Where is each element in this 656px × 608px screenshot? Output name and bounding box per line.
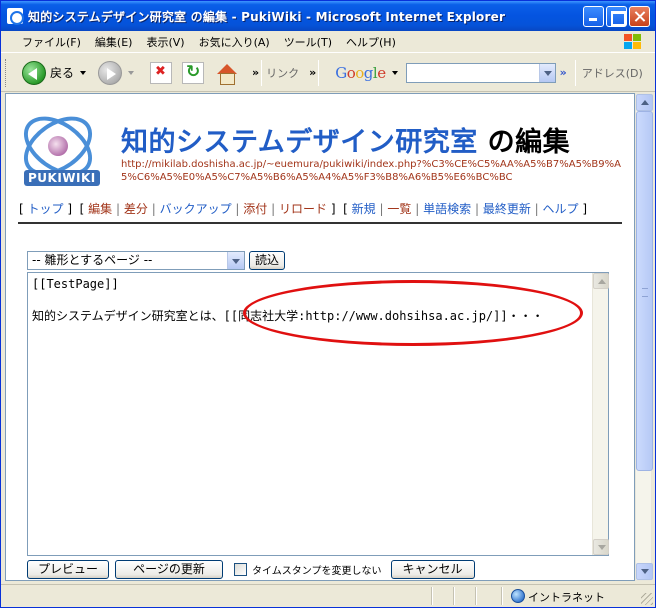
toolbar-grip[interactable] bbox=[5, 58, 8, 87]
menu-edit[interactable]: 編集(E) bbox=[88, 34, 140, 50]
title-bar: 知的システムデザイン研究室 の編集 - PukiWiki - Microsoft… bbox=[1, 1, 655, 31]
google-search-input[interactable] bbox=[405, 62, 556, 83]
pukiwiki-navbar: [ トップ ] [ 編集 | 差分 | バックアップ | 添付 | リロード ]… bbox=[19, 202, 588, 216]
update-page-button[interactable]: ページの更新 bbox=[115, 559, 223, 579]
textarea-scroll-down-icon[interactable] bbox=[593, 539, 609, 555]
close-button[interactable] bbox=[629, 6, 650, 27]
window-title: 知的システムデザイン研究室 の編集 - PukiWiki - Microsoft… bbox=[28, 9, 506, 24]
window-controls bbox=[583, 6, 650, 27]
status-bar: イントラネット bbox=[1, 584, 655, 607]
nav-backup[interactable]: バックアップ bbox=[160, 202, 232, 216]
logo-text: PUKIWIKI bbox=[24, 170, 100, 186]
preview-button[interactable]: プレビュー bbox=[27, 559, 109, 579]
status-divider bbox=[475, 587, 477, 605]
google-search-chevron[interactable]: » bbox=[560, 66, 567, 79]
menu-view[interactable]: 表示(V) bbox=[139, 34, 191, 50]
menu-file[interactable]: ファイル(F) bbox=[15, 34, 88, 50]
page-title-suffix: の編集 bbox=[487, 127, 571, 158]
keep-timestamp-checkbox[interactable] bbox=[234, 562, 247, 576]
home-icon[interactable] bbox=[214, 62, 238, 85]
textarea-scrollbar[interactable] bbox=[592, 273, 609, 555]
back-arrow-icon bbox=[22, 60, 46, 85]
highlight-ellipse-annotation bbox=[243, 280, 583, 346]
back-button[interactable]: 戻る bbox=[22, 60, 87, 85]
standard-toolbar: 戻る » リンク » Google » アドレス(D) bbox=[1, 54, 655, 92]
links-chevron[interactable]: » bbox=[309, 66, 316, 79]
address-label[interactable]: アドレス(D) bbox=[582, 65, 643, 81]
links-label[interactable]: リンク bbox=[266, 65, 299, 81]
menu-tools[interactable]: ツール(T) bbox=[277, 34, 339, 50]
minimize-button[interactable] bbox=[583, 6, 604, 27]
page-url: http://mikilab.doshisha.ac.jp/~euemura/p… bbox=[121, 159, 621, 183]
cancel-button[interactable]: キャンセル bbox=[390, 559, 475, 579]
menu-bar: ファイル(F) 編集(E) 表示(V) お気に入り(A) ツール(T) ヘルプ(… bbox=[1, 31, 655, 53]
nav-diff[interactable]: 差分 bbox=[124, 202, 148, 216]
windows-flag-icon bbox=[623, 33, 643, 51]
textarea-scroll-up-icon[interactable] bbox=[593, 273, 609, 289]
security-zone-label: イントラネット bbox=[528, 591, 605, 604]
header-divider bbox=[18, 222, 622, 224]
page-title-link[interactable]: 知的システムデザイン研究室 bbox=[121, 127, 478, 158]
google-dropdown-icon[interactable] bbox=[391, 70, 398, 75]
nav-help[interactable]: ヘルプ bbox=[543, 202, 579, 216]
pukiwiki-logo[interactable]: PUKIWIKI bbox=[13, 104, 103, 194]
back-label: 戻る bbox=[50, 66, 75, 80]
page-content: PUKIWIKI 知的システムデザイン研究室 の編集 http://mikila… bbox=[5, 93, 635, 581]
edit-form-actions: プレビュー ページの更新 タイムスタンプを変更しない キャンセル bbox=[27, 558, 475, 580]
editor-line-1: [[TestPage]] bbox=[32, 277, 119, 291]
menu-help[interactable]: ヘルプ(H) bbox=[339, 34, 403, 50]
back-dropdown-icon[interactable] bbox=[80, 70, 87, 75]
scroll-thumb[interactable] bbox=[636, 111, 653, 471]
refresh-icon[interactable] bbox=[182, 61, 205, 84]
forward-dropdown-icon[interactable] bbox=[128, 70, 135, 75]
maximize-button[interactable] bbox=[606, 6, 627, 27]
menu-favorites[interactable]: お気に入り(A) bbox=[192, 34, 277, 50]
stop-icon[interactable] bbox=[150, 61, 173, 84]
status-divider bbox=[431, 587, 433, 605]
toolbar-separator-3 bbox=[574, 59, 576, 86]
nav-reload[interactable]: リロード bbox=[279, 202, 327, 216]
resize-grip-icon[interactable] bbox=[641, 593, 653, 605]
toolbar-separator bbox=[261, 59, 263, 86]
ie-icon bbox=[7, 8, 24, 25]
template-select-value: -- 雛形とするページ -- bbox=[32, 253, 153, 267]
ie-window: 知的システムデザイン研究室 の編集 - PukiWiki - Microsoft… bbox=[0, 0, 656, 608]
status-divider bbox=[453, 587, 455, 605]
nav-recent[interactable]: 最終更新 bbox=[483, 202, 531, 216]
toolbar-overflow-chevron[interactable]: » bbox=[252, 66, 259, 79]
nav-top[interactable]: トップ bbox=[28, 202, 64, 216]
forward-button[interactable] bbox=[98, 60, 123, 85]
nav-new[interactable]: 新規 bbox=[352, 202, 376, 216]
page-scrollbar[interactable] bbox=[635, 93, 653, 581]
nav-search[interactable]: 単語検索 bbox=[423, 202, 471, 216]
keep-timestamp-label[interactable]: タイムスタンプを変更しない bbox=[252, 562, 382, 577]
nav-edit[interactable]: 編集 bbox=[88, 202, 112, 216]
google-logo[interactable]: Google bbox=[335, 64, 386, 82]
nav-attach[interactable]: 添付 bbox=[243, 202, 267, 216]
scroll-up-icon[interactable] bbox=[636, 94, 653, 111]
scroll-down-icon[interactable] bbox=[636, 563, 653, 580]
google-search-dropdown-icon[interactable] bbox=[538, 63, 555, 82]
template-page-select[interactable]: -- 雛形とするページ -- bbox=[27, 251, 245, 270]
status-divider bbox=[501, 587, 503, 605]
template-select-dropdown-icon[interactable] bbox=[227, 252, 244, 269]
intranet-zone-icon bbox=[511, 589, 525, 603]
load-template-button[interactable]: 読込 bbox=[249, 251, 285, 270]
toolbar-separator-2 bbox=[318, 59, 320, 86]
logo-core-icon bbox=[48, 136, 68, 156]
nav-list[interactable]: 一覧 bbox=[387, 202, 411, 216]
page-title: 知的システムデザイン研究室 の編集 bbox=[121, 120, 570, 159]
